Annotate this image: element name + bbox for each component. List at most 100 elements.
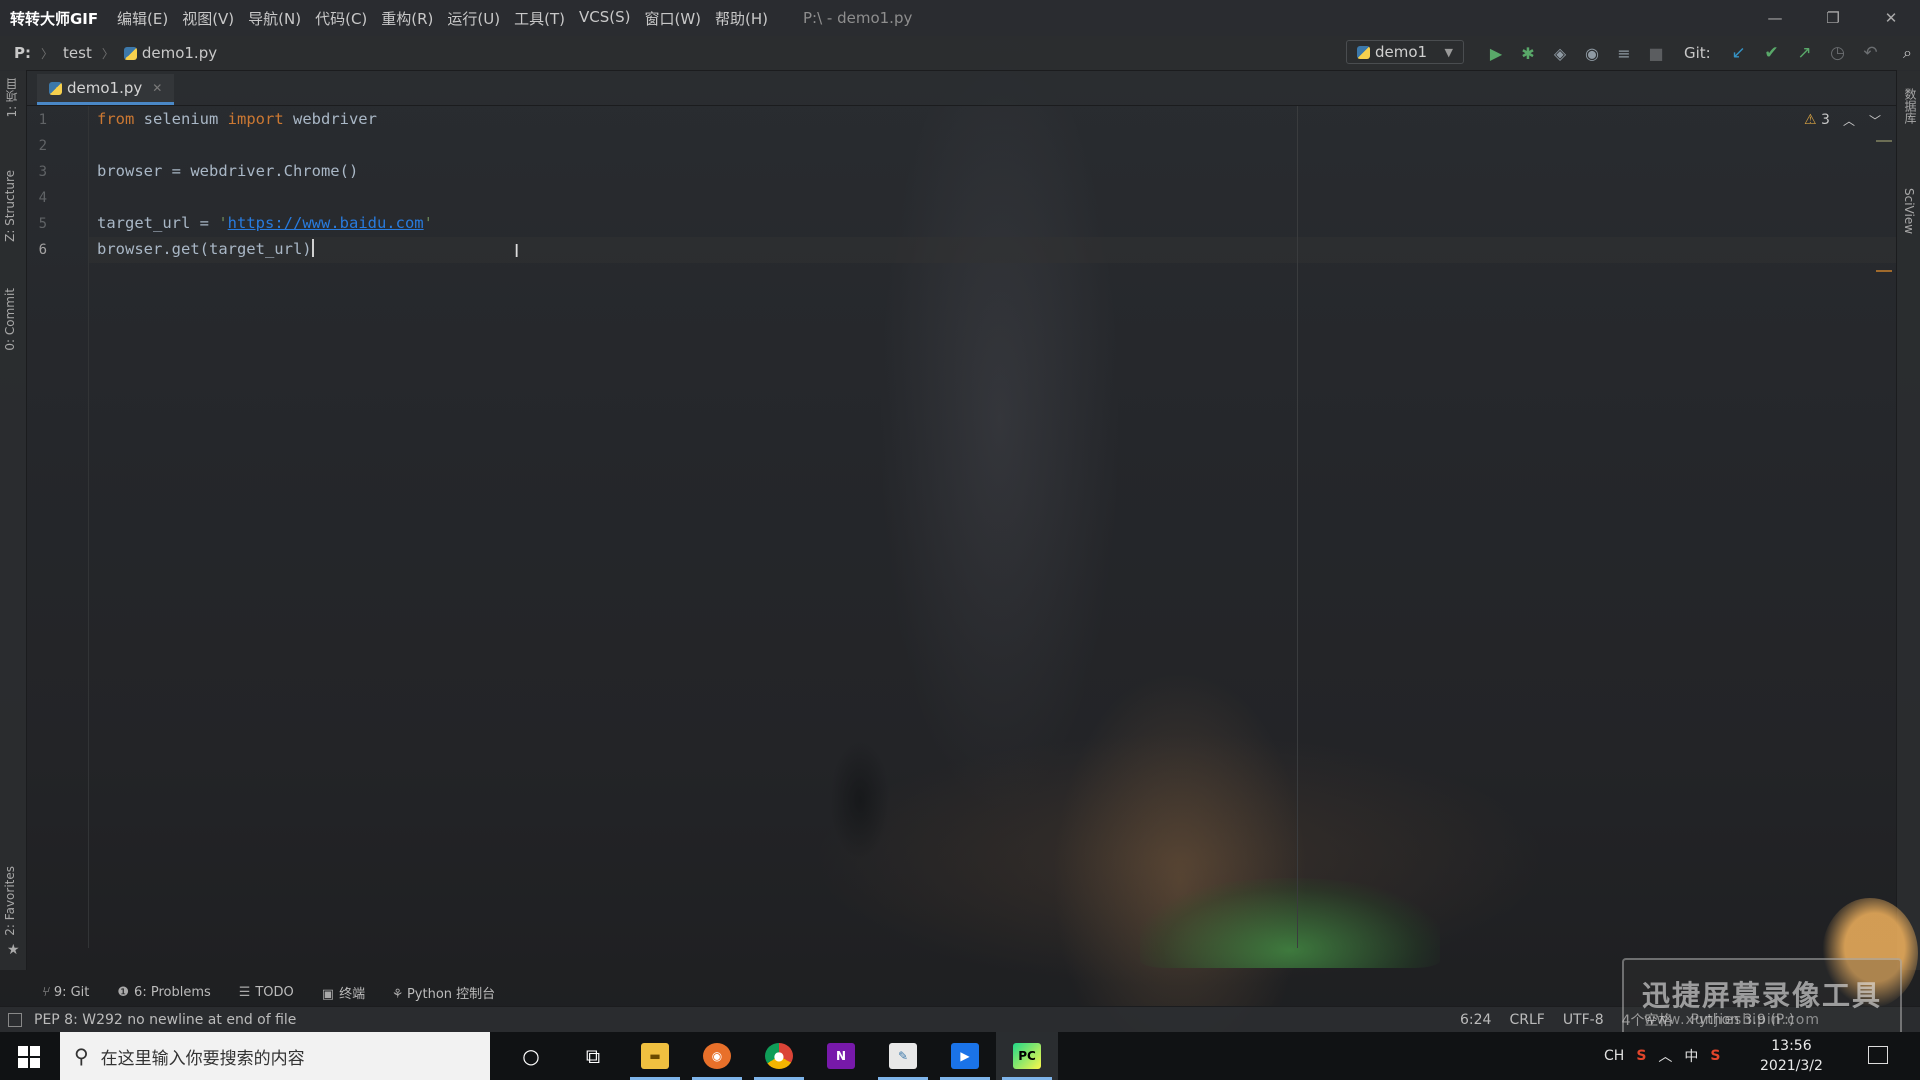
favorites-tool-button[interactable]: 2: Favorites [3,866,17,936]
git-history-icon[interactable]: ◷ [1821,43,1854,63]
todo-tool-window[interactable]: ☰ TODO [239,985,294,1000]
breadcrumb-root[interactable]: P: [14,44,31,62]
git-rollback-icon[interactable]: ↶ [1854,43,1887,63]
python-file-icon [49,81,62,95]
warning-stripe-mark[interactable] [1876,270,1892,272]
code-line-3[interactable]: browser = webdriver.Chrome() [97,158,358,184]
cortana-icon[interactable]: ○ [500,1032,562,1080]
menu-code[interactable]: 代码(C) [308,8,374,29]
chevron-up-icon[interactable]: ︿ [1843,114,1869,128]
menu-edit[interactable]: 编辑(E) [110,8,175,29]
tab-demo1-py[interactable]: demo1.py ✕ [37,74,175,105]
tab-label: demo1.py [67,79,143,97]
run-configuration-select[interactable]: demo1 ▼ [1346,40,1464,64]
url-link[interactable]: https://www.baidu.com [228,214,424,232]
python-icon: ⚘ [393,986,402,1002]
menu-navigate[interactable]: 导航(N) [241,8,308,29]
status-message: PEP 8: W292 no newline at end of file [34,1012,297,1028]
menu-view[interactable]: 视图(V) [175,8,241,29]
taskbar-search[interactable]: ⚲ 在这里输入你要搜索的内容 [60,1032,490,1080]
search-everywhere-icon[interactable]: ⌕ [1903,43,1912,63]
warning-count: 3 [1821,112,1830,128]
commit-tool-button[interactable]: 0: Commit [3,288,17,351]
toggle-tool-windows-icon[interactable] [8,1013,22,1027]
structure-tool-button[interactable]: Z: Structure [3,170,17,242]
notification-center-icon[interactable] [1868,1046,1888,1064]
sogou-ime-icon[interactable]: S [1636,1048,1646,1064]
warning-icon: ⚠ [1804,112,1817,128]
menu-refactor[interactable]: 重构(R) [374,8,440,29]
menu-window[interactable]: 窗口(W) [637,8,708,29]
chrome-icon[interactable]: ● [748,1032,810,1080]
string-quote: ' [423,214,433,232]
code-line-5[interactable]: target_url = 'https://www.baidu.com' [97,210,433,236]
close-icon[interactable]: ✕ [1862,0,1920,36]
line-separator[interactable]: CRLF [1509,1012,1544,1028]
right-margin-guide [1297,106,1298,948]
profile-icon[interactable]: ◉ [1576,44,1608,63]
breadcrumb-file[interactable]: demo1.py [142,44,217,62]
inspection-widget[interactable]: ⚠ 3 [1804,112,1830,128]
text-caret [311,239,314,257]
background-tent [1140,878,1440,968]
python-console-tool-window[interactable]: ⚘ Python 控制台 [393,983,495,1002]
menu-run[interactable]: 运行(U) [440,8,507,29]
stop-icon[interactable]: ■ [1640,44,1672,63]
build-icon[interactable]: ≡ [1608,44,1640,63]
tray-language[interactable]: CH [1604,1048,1624,1064]
menu-vcs[interactable]: VCS(S) [572,8,637,29]
pycharm-icon[interactable]: PC [996,1032,1058,1080]
tool-window-bar: ⑂ 9: Git ❶ 6: Problems ☰ TODO ▣ 终端 ⚘ Python 控… [27,978,1896,1006]
breadcrumb-separator-icon: 〉 [101,46,114,61]
screen-recorder-icon[interactable]: ▶ [934,1032,996,1080]
code-line-1[interactable]: from selenium import webdriver [97,106,377,132]
sogou-ime-icon[interactable]: S [1710,1048,1720,1064]
code-token: browser.get(target_url) [97,240,312,258]
git-tool-window[interactable]: ⑂ 9: Git [41,985,89,1000]
sciview-tool-button[interactable]: SciView [1902,188,1916,234]
firefox-icon[interactable]: ◉ [686,1032,748,1080]
code-token: webdriver [283,110,377,128]
onenote-icon[interactable]: N [810,1032,872,1080]
breadcrumb: P: 〉 test 〉 demo1.py [0,44,217,62]
code-token: target_url = [97,214,219,232]
windows-taskbar: ⚲ 在这里输入你要搜索的内容 ○ ⧉ ▬ ◉ ● N ✎ ▶ PC CH S ︿… [0,1032,1920,1080]
taskbar-clock[interactable]: 13:56 2021/3/2 [1760,1036,1823,1076]
git-commit-icon[interactable]: ✔ [1755,43,1788,63]
problems-tool-window[interactable]: ❶ 6: Problems [117,985,210,1000]
terminal-tool-window[interactable]: ▣ 终端 [322,983,365,1002]
git-push-icon[interactable]: ↗ [1788,43,1821,63]
menu-help[interactable]: 帮助(H) [708,8,775,29]
code-line-6[interactable]: browser.get(target_url) [97,236,314,262]
database-tool-button[interactable]: 数据库 [1902,88,1919,124]
file-encoding[interactable]: UTF-8 [1563,1012,1604,1028]
file-explorer-icon[interactable]: ▬ [624,1032,686,1080]
line-number: 1 [38,112,47,128]
background-tree [830,740,890,860]
caret-position[interactable]: 6:24 [1460,1012,1491,1028]
branch-icon: ⑂ [41,984,49,1000]
restore-icon[interactable]: ❐ [1804,0,1862,36]
minimize-icon[interactable]: — [1746,0,1804,36]
close-tab-icon[interactable]: ✕ [152,81,162,95]
menu-tools[interactable]: 工具(T) [507,8,572,29]
python-file-icon [1357,45,1370,59]
tray-expand-icon[interactable]: ︿ [1658,1046,1672,1066]
project-tool-button[interactable]: 1: 项目 [3,78,20,118]
tray-ime-mode[interactable]: 中 [1684,1046,1698,1066]
run-icon[interactable]: ▶ [1480,44,1512,63]
chevron-down-icon[interactable]: ﹀ [1869,114,1895,128]
git-update-icon[interactable]: ↙ [1722,43,1755,63]
coverage-icon[interactable]: ◈ [1544,44,1576,63]
keyword-token: import [227,110,284,128]
warning-stripe-mark[interactable] [1876,140,1892,142]
list-icon: ☰ [238,984,251,1000]
breadcrumb-separator-icon: 〉 [41,46,54,61]
python-idle-icon[interactable]: ✎ [872,1032,934,1080]
left-tool-strip: 1: 项目 Z: Structure 0: Commit 2: Favorite… [0,70,27,970]
debug-icon[interactable]: ✱ [1512,44,1544,63]
task-view-icon[interactable]: ⧉ [562,1032,624,1080]
main-menu: 编辑(E) 视图(V) 导航(N) 代码(C) 重构(R) 运行(U) 工具(T… [110,8,775,29]
breadcrumb-folder[interactable]: test [63,44,92,62]
windows-start-icon[interactable] [18,1046,40,1068]
